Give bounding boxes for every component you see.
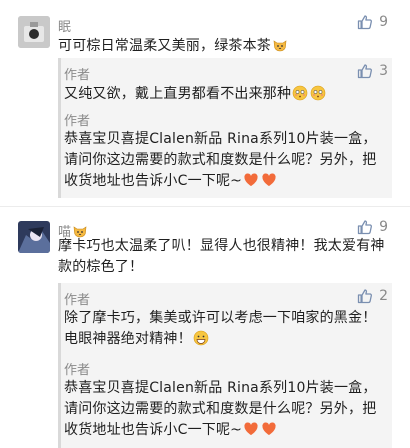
flushed-face-emoji — [292, 85, 308, 101]
like-button[interactable]: 9 — [357, 14, 388, 30]
orange-heart-emoji — [261, 421, 277, 437]
reply-text: 恭喜宝贝喜提Clalen新品 Rina系列10片装一盒，请问你这边需要的款式和度… — [64, 380, 377, 438]
reply-author: 作者 — [64, 68, 91, 83]
flushed-face-emoji — [310, 85, 326, 101]
reply-author: 作者 — [64, 363, 91, 378]
reply-text: 又纯又欲，戴上直男都看不出来那种 — [64, 84, 384, 105]
comment-item: 眠 9 可可棕日常温柔又美丽，绿茶本茶 作者 3 又纯又欲，戴上直男都看不出来那… — [0, 0, 410, 206]
comment-text: 摩卡巧也太温柔了叭！显得人也很精神！我太爱有神款的棕色了！ — [58, 238, 385, 275]
reply-bar — [58, 283, 61, 448]
like-count: 9 — [379, 219, 388, 235]
orange-heart-emoji — [243, 421, 259, 437]
avatar[interactable] — [18, 221, 50, 253]
reply-text: 除了摩卡巧，集美或许可以考虑一下咱家的黑金！电眼神器绝对精神！ — [64, 310, 377, 347]
like-count: 9 — [379, 14, 388, 30]
like-count: 3 — [379, 63, 388, 79]
thumbs-up-icon — [357, 64, 373, 79]
thumbs-up-icon — [357, 220, 373, 235]
cat-emoji-icon — [272, 37, 288, 53]
like-button[interactable]: 2 — [357, 288, 388, 304]
orange-heart-emoji — [261, 172, 277, 188]
comment-text: 可可棕日常温柔又美丽，绿茶本茶 — [58, 36, 392, 57]
nickname[interactable]: 眠 — [58, 16, 71, 35]
like-button[interactable]: 9 — [357, 219, 388, 235]
reply-text: 恭喜宝贝喜提Clalen新品 Rina系列10片装一盒，请问你这边需要的款式和度… — [64, 131, 377, 189]
reply-thread: 作者 2 除了摩卡巧，集美或许可以考虑一下咱家的黑金！电眼神器绝对精神！ 作者 … — [58, 283, 392, 448]
reply-author: 作者 — [64, 293, 91, 308]
reply-thread: 作者 3 又纯又欲，戴上直男都看不出来那种 作者 恭喜宝贝喜提Clalen新品 … — [58, 58, 392, 198]
reply-bar — [58, 58, 61, 198]
comment-item: 喵 9 摩卡巧也太温柔了叭！显得人也很精神！我太爱有神款的棕色了！ 作者 2 除… — [0, 207, 410, 448]
like-count: 2 — [379, 288, 388, 304]
reply-author: 作者 — [64, 114, 91, 129]
thumbs-up-icon — [357, 15, 373, 30]
avatar[interactable] — [18, 16, 50, 48]
like-button[interactable]: 3 — [357, 63, 388, 79]
thumbs-up-icon — [357, 289, 373, 304]
grinning-face-emoji — [193, 330, 209, 346]
orange-heart-emoji — [243, 172, 259, 188]
